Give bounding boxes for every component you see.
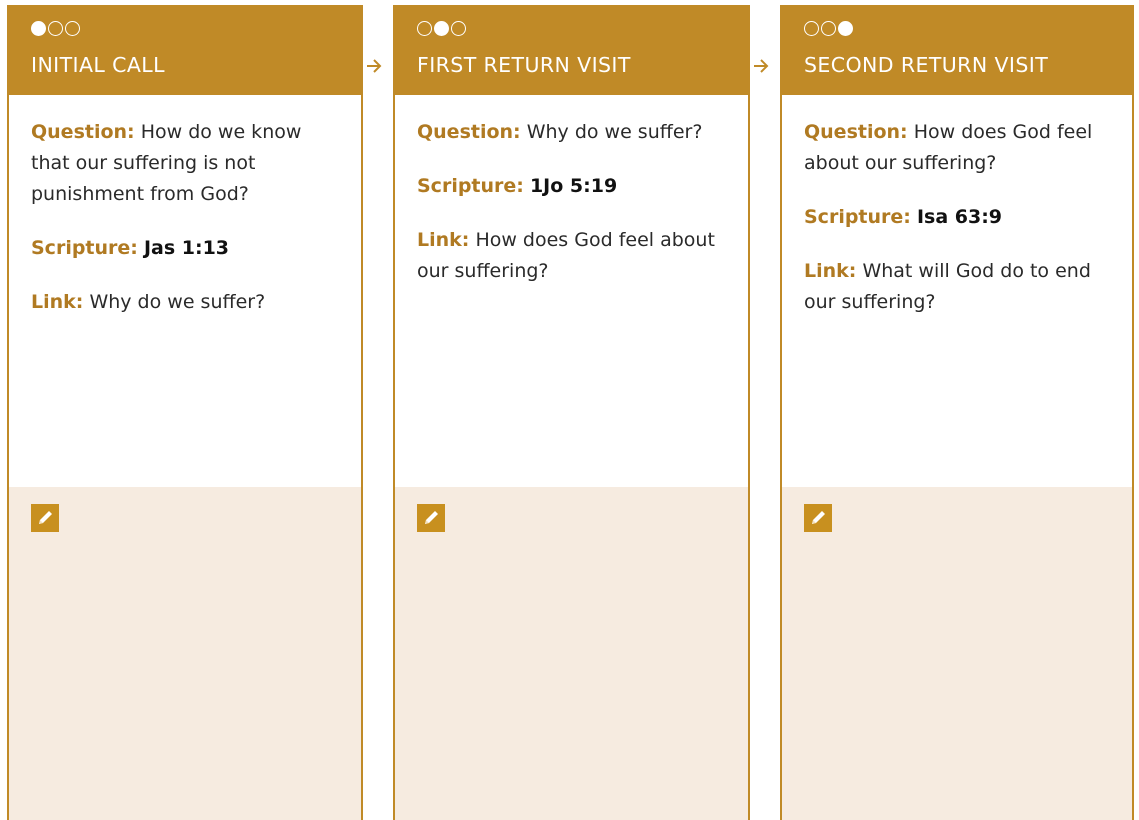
question-text: Why do we suffer? [526,121,703,143]
column-header: SECOND RETURN VISIT [782,7,1132,95]
step-dot-1 [804,20,819,36]
step-dot-3 [838,20,853,36]
link-entry: Link: What will God do to end our suffer… [804,256,1114,318]
step-indicator [804,18,1132,38]
column-header: INITIAL CALL [9,7,361,95]
step-dot-3 [65,20,80,36]
scripture-label: Scripture: [417,175,524,197]
column-header: FIRST RETURN VISIT [395,7,748,95]
step-dot-2 [48,20,63,36]
arrow-right-icon [754,59,769,73]
step-dot-2 [821,20,836,36]
step-column-first-return-visit: FIRST RETURN VISIT Question: Why do we s… [393,5,750,820]
question-label: Question: [31,121,135,143]
notes-area[interactable] [782,487,1132,820]
scripture-reference: Jas 1:13 [143,237,230,259]
question-label: Question: [804,121,908,143]
step-column-second-return-visit: SECOND RETURN VISIT Question: How does G… [780,5,1134,820]
step-column-initial-call: INITIAL CALL Question: How do we know th… [7,5,363,820]
arrow-right-icon [367,59,382,73]
column-title: INITIAL CALL [31,53,165,77]
notes-area[interactable] [395,487,748,820]
pencil-icon[interactable] [31,504,59,532]
step-dot-3 [451,20,466,36]
question-entry: Question: How does God feel about our su… [804,117,1114,179]
step-dot-1 [417,20,432,36]
scripture-reference: 1Jo 5:19 [529,175,618,197]
link-label: Link: [417,229,470,251]
step-indicator [417,18,748,38]
link-entry: Link: Why do we suffer? [31,287,343,318]
link-label: Link: [31,291,84,313]
scripture-label: Scripture: [804,206,911,228]
link-label: Link: [804,260,857,282]
step-dot-1 [31,20,46,36]
notes-area[interactable] [9,487,361,820]
column-body: Question: How does God feel about our su… [782,95,1132,487]
column-body: Question: How do we know that our suffer… [9,95,361,487]
scripture-reference: Isa 63:9 [916,206,1003,228]
scripture-entry: Scripture: 1Jo 5:19 [417,171,730,202]
step-indicator [31,18,361,38]
scripture-label: Scripture: [31,237,138,259]
step-dot-2 [434,20,449,36]
column-title: FIRST RETURN VISIT [417,53,631,77]
question-entry: Question: Why do we suffer? [417,117,730,148]
column-title: SECOND RETURN VISIT [804,53,1049,77]
link-text: Why do we suffer? [89,291,266,313]
scripture-entry: Scripture: Jas 1:13 [31,233,343,264]
pencil-icon[interactable] [804,504,832,532]
question-entry: Question: How do we know that our suffer… [31,117,343,210]
pencil-icon[interactable] [417,504,445,532]
column-body: Question: Why do we suffer? Scripture: 1… [395,95,748,487]
link-entry: Link: How does God feel about our suffer… [417,225,730,287]
question-label: Question: [417,121,521,143]
scripture-entry: Scripture: Isa 63:9 [804,202,1114,233]
